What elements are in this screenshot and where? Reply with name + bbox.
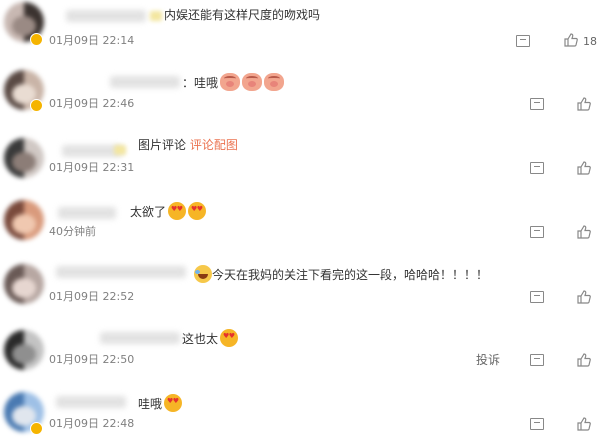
vip-badge-icon xyxy=(30,422,43,435)
username[interactable] xyxy=(110,76,180,88)
avatar[interactable] xyxy=(4,330,44,370)
comment-time: 01月09日 22:14 xyxy=(49,34,135,47)
comment-time: 01月09日 22:31 xyxy=(49,161,135,174)
comment-text: 今天在我妈的关注下看完的这一段，哈哈哈！！！！ xyxy=(192,265,488,283)
comment-text: 太欲了 xyxy=(130,202,207,220)
thumbs-up-icon[interactable] xyxy=(577,417,591,431)
comment-time: 01月09日 22:50 xyxy=(49,353,135,366)
username[interactable] xyxy=(58,207,116,219)
username[interactable] xyxy=(62,145,122,157)
avatar[interactable] xyxy=(4,200,44,240)
heart-eyes-emoji xyxy=(168,202,187,220)
pig-emoji xyxy=(264,73,285,91)
thumbs-up-icon[interactable] xyxy=(577,225,591,239)
comment-time: 40分钟前 xyxy=(49,225,96,238)
pig-emoji xyxy=(242,73,263,91)
comment-text: 图片评论 评论配图 xyxy=(138,138,238,152)
thumbs-up-icon[interactable] xyxy=(564,33,578,47)
thumbs-up-icon[interactable] xyxy=(577,290,591,304)
comment-icon[interactable] xyxy=(530,98,544,110)
thumbs-up-icon[interactable] xyxy=(577,353,591,367)
comment-icon[interactable] xyxy=(516,35,530,47)
thumbs-up-icon[interactable] xyxy=(577,161,591,175)
username[interactable] xyxy=(56,266,186,278)
comment-image-link[interactable]: 评论配图 xyxy=(190,138,238,152)
thumbs-up-icon[interactable] xyxy=(577,97,591,111)
avatar[interactable] xyxy=(4,264,44,304)
comment-icon[interactable] xyxy=(530,291,544,303)
username[interactable] xyxy=(56,396,126,408)
user-tag xyxy=(114,145,126,155)
user-tag xyxy=(150,11,162,21)
heart-eyes-emoji xyxy=(164,394,183,412)
comment-time: 01月09日 22:46 xyxy=(49,97,135,110)
comment-text: 这也太 xyxy=(182,329,239,347)
heart-eyes-emoji xyxy=(220,329,239,347)
comment-time: 01月09日 22:48 xyxy=(49,417,135,430)
laugh-cry-emoji xyxy=(194,265,212,283)
vip-badge-icon xyxy=(30,33,43,46)
comment-icon[interactable] xyxy=(530,418,544,430)
report-button[interactable]: 投诉 xyxy=(476,353,500,367)
comment-icon[interactable] xyxy=(530,226,544,238)
like-count: 18 xyxy=(583,35,597,48)
username[interactable] xyxy=(100,332,180,344)
comment-icon[interactable] xyxy=(530,354,544,366)
heart-eyes-emoji xyxy=(188,202,207,220)
pig-emoji xyxy=(220,73,241,91)
avatar[interactable] xyxy=(4,138,44,178)
comment-text: 内娱还能有这样尺度的吻戏吗 xyxy=(164,8,321,22)
username[interactable] xyxy=(66,10,146,22)
comment-time: 01月09日 22:52 xyxy=(49,290,135,303)
comment-icon[interactable] xyxy=(530,162,544,174)
vip-badge-icon xyxy=(30,99,43,112)
comment-text: 哇哦 xyxy=(138,394,183,412)
comment-text: ：哇哦 xyxy=(182,73,285,91)
